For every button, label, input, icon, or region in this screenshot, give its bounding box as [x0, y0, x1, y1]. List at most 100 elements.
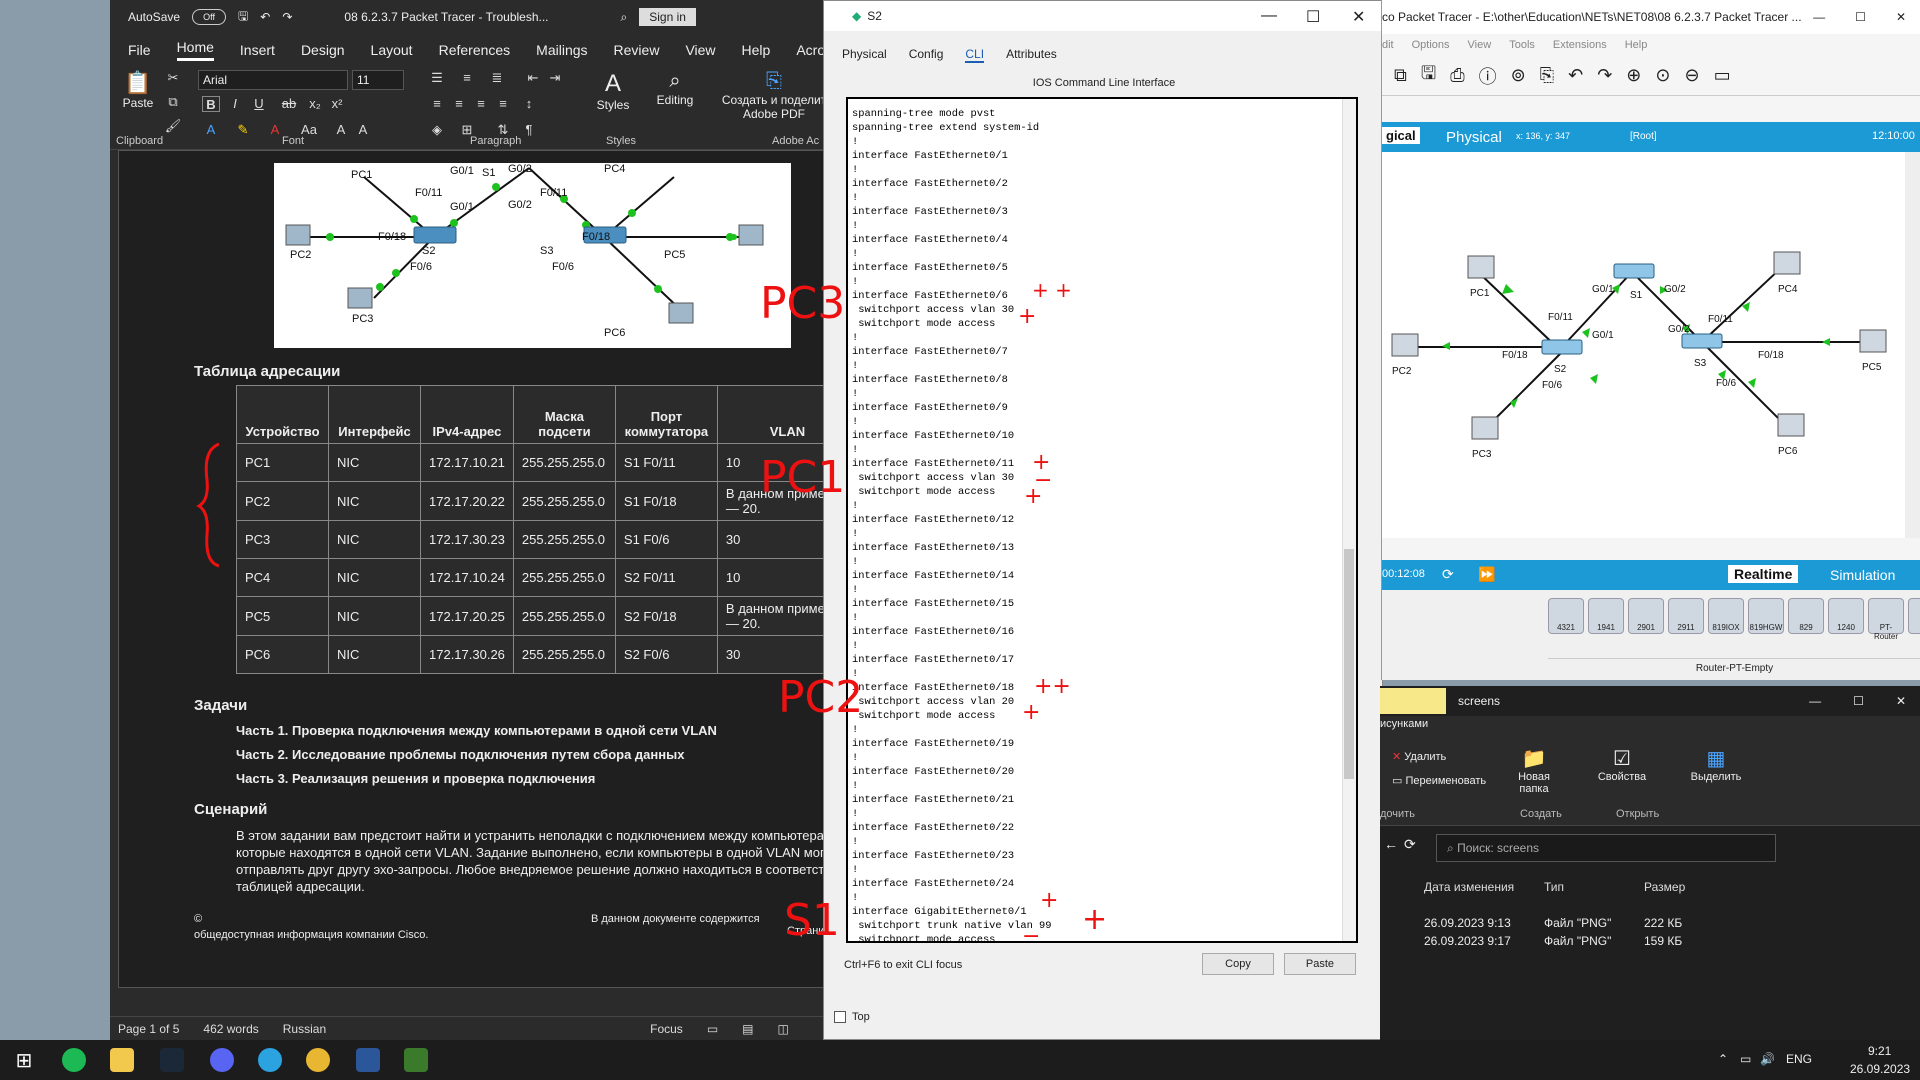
reset-clock-icon[interactable]: ⟳ — [1442, 566, 1454, 583]
menu-extensions[interactable]: Extensions — [1553, 39, 1607, 51]
styles-button[interactable]: A Styles — [590, 70, 636, 112]
file-size[interactable]: 159 КБ — [1644, 934, 1682, 948]
italic-icon[interactable]: I — [226, 96, 244, 112]
exp-maximize-icon[interactable]: ☐ — [1853, 694, 1864, 708]
refresh-icon[interactable]: ⟳ — [1404, 836, 1416, 853]
paste-icon[interactable]: ⎘ — [1540, 65, 1554, 86]
autosave-toggle[interactable]: Off — [192, 9, 227, 25]
tab-physical[interactable]: Physical — [842, 47, 887, 63]
underline-icon[interactable]: U — [250, 96, 268, 112]
tab-help[interactable]: Help — [742, 42, 771, 58]
file-date[interactable]: 26.09.2023 9:17 — [1424, 934, 1511, 948]
rename-button[interactable]: ▭ Переименовать — [1392, 774, 1486, 787]
pilcrow-icon[interactable]: ¶ — [520, 122, 538, 138]
tab-review[interactable]: Review — [614, 42, 660, 58]
language-indicator[interactable]: ENG — [1786, 1052, 1812, 1066]
print-icon[interactable]: ⎙ — [1450, 65, 1464, 86]
cut-icon[interactable]: ✂ — [164, 70, 182, 86]
device-router-7[interactable]: 1240 — [1828, 598, 1864, 634]
search-icon[interactable]: ⌕ — [621, 10, 628, 25]
superscript-icon[interactable]: x² — [328, 96, 346, 112]
device-router-2[interactable]: 2901 — [1628, 598, 1664, 634]
paste-button[interactable]: 📋 Paste — [120, 70, 156, 110]
discord-icon[interactable] — [210, 1048, 234, 1072]
copy-button[interactable]: Copy — [1202, 953, 1274, 975]
tab-design[interactable]: Design — [301, 42, 345, 58]
sign-in-button[interactable]: Sign in — [639, 8, 696, 26]
menu-edit[interactable]: dit — [1382, 39, 1394, 51]
close-icon[interactable]: ✕ — [1352, 7, 1365, 27]
document-page[interactable]: PC1 PC2 PC3 PC4 PC5 PC6 S1 S2 S3 F0/11 F… — [118, 150, 934, 988]
bullets-icon[interactable]: ☰ — [428, 70, 446, 86]
align-left-icon[interactable]: ≡ — [428, 96, 446, 112]
align-right-icon[interactable]: ≡ — [472, 96, 490, 112]
numbering-icon[interactable]: ≡ — [458, 70, 476, 86]
format-painter-icon[interactable]: 🖌 — [164, 118, 182, 134]
physical-tab[interactable]: Physical — [1446, 129, 1502, 146]
device-router-1[interactable]: 1941 — [1588, 598, 1624, 634]
tab-insert[interactable]: Insert — [240, 42, 275, 58]
pt-maximize-icon[interactable]: ☐ — [1855, 10, 1866, 24]
realtime-tab[interactable]: Realtime — [1728, 565, 1799, 583]
save-icon[interactable]: 🖫 — [238, 7, 248, 28]
pt-vertical-scrollbar[interactable] — [1905, 152, 1920, 538]
palette-icon[interactable]: ▭ — [1714, 65, 1731, 86]
page-count[interactable]: Page 1 of 5 — [118, 1022, 179, 1036]
exp-close-icon[interactable]: ✕ — [1896, 694, 1906, 708]
undo-icon[interactable]: ↶ — [1568, 65, 1583, 86]
packet-tracer-icon[interactable] — [404, 1048, 428, 1072]
file-size[interactable]: 222 КБ — [1644, 916, 1682, 930]
text-effects-icon[interactable]: A — [202, 122, 220, 138]
bold-icon[interactable]: B — [202, 96, 220, 112]
minimize-icon[interactable]: — — [1261, 7, 1277, 25]
device-router-8[interactable]: PT-Router — [1868, 598, 1904, 641]
root-label[interactable]: [Root] — [1630, 131, 1657, 142]
tab-references[interactable]: References — [439, 42, 511, 58]
col-size[interactable]: Размер — [1644, 880, 1685, 894]
network-icon[interactable]: ⊚ — [1511, 65, 1526, 86]
cli-console[interactable]: spanning-tree mode pvst spanning-tree ex… — [846, 97, 1358, 943]
increase-indent-icon[interactable]: ⇥ — [546, 70, 564, 86]
fast-forward-icon[interactable]: ⏩ — [1478, 566, 1495, 583]
new-folder-button[interactable]: 📁 Новая папка — [1514, 746, 1554, 795]
pt-close-icon[interactable]: ✕ — [1896, 10, 1906, 24]
web-layout-icon[interactable]: ◫ — [778, 1022, 789, 1036]
file-type[interactable]: Файл "PNG" — [1544, 916, 1611, 930]
pt-canvas[interactable]: PC1 PC2 PC3 PC4 PC5 PC6 S1 S2 S3 G0/1 G0/2 F0/1… — [1382, 152, 1906, 538]
tray-chevron-icon[interactable]: ⌃ — [1718, 1052, 1728, 1066]
paste-button-cli[interactable]: Paste — [1284, 953, 1356, 975]
device-router-0[interactable]: 4321 — [1548, 598, 1584, 634]
cli-scroll-thumb[interactable] — [1344, 549, 1354, 779]
menu-help[interactable]: Help — [1625, 39, 1648, 51]
clock-time[interactable]: 9:21 — [1868, 1044, 1891, 1058]
copy-icon[interactable]: ⧉ — [164, 94, 182, 110]
device-router-9[interactable]: PT- — [1908, 598, 1920, 634]
zoom-out-icon[interactable]: ⊖ — [1684, 65, 1699, 86]
tab-file[interactable]: File — [128, 42, 151, 58]
subscript-icon[interactable]: x₂ — [306, 96, 324, 112]
tab-attributes[interactable]: Attributes — [1006, 47, 1057, 63]
back-icon[interactable]: ← — [1384, 836, 1398, 852]
read-mode-icon[interactable]: ▭ — [707, 1022, 718, 1036]
logical-tab[interactable]: gical — [1382, 127, 1420, 144]
spotify-icon[interactable] — [62, 1048, 86, 1072]
explorer-icon[interactable] — [110, 1048, 134, 1072]
zoom-reset-icon[interactable]: ⊙ — [1655, 65, 1670, 86]
tab-layout[interactable]: Layout — [371, 42, 413, 58]
word-icon[interactable] — [356, 1048, 380, 1072]
focus-mode-button[interactable]: Focus — [650, 1022, 683, 1036]
file-type[interactable]: Файл "PNG" — [1544, 934, 1611, 948]
clock-date[interactable]: 26.09.2023 — [1850, 1062, 1910, 1076]
zoom-in-icon[interactable]: ⊕ — [1626, 65, 1641, 86]
ribbon-tab-pictures[interactable]: исунками — [1380, 718, 1428, 730]
simulation-tab[interactable]: Simulation — [1830, 567, 1895, 583]
tab-config[interactable]: Config — [909, 47, 944, 63]
editing-button[interactable]: ⌕ Editing — [648, 70, 702, 107]
redo-icon[interactable]: ↷ — [282, 10, 292, 24]
align-center-icon[interactable]: ≡ — [450, 96, 468, 112]
grow-font-icon[interactable]: A — [332, 122, 350, 138]
word-count[interactable]: 462 words — [203, 1022, 258, 1036]
tab-mailings[interactable]: Mailings — [536, 42, 587, 58]
cli-output[interactable]: spanning-tree mode pvst spanning-tree ex… — [848, 99, 1356, 941]
justify-icon[interactable]: ≡ — [494, 96, 512, 112]
